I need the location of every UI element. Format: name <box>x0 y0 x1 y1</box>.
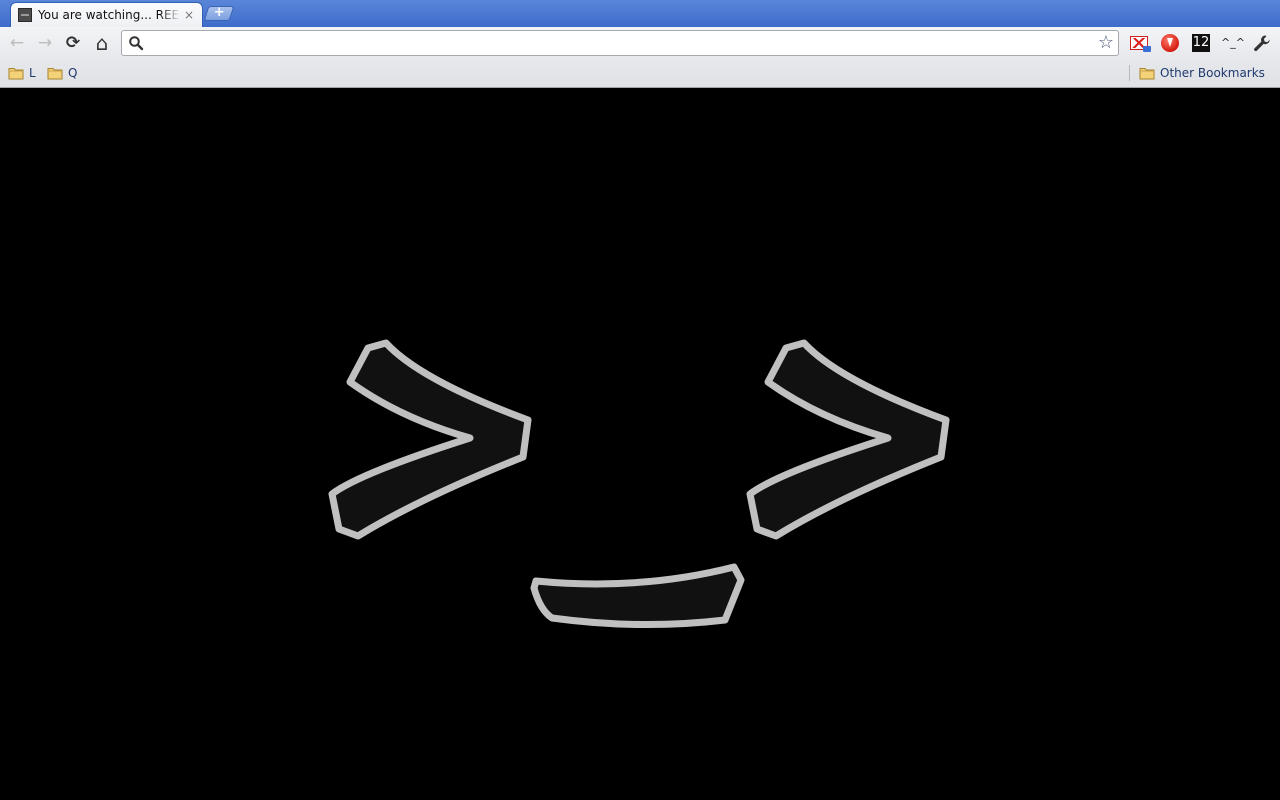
search-icon <box>129 36 144 51</box>
emoticon-graphic <box>328 339 950 629</box>
home-button[interactable]: ⌂ <box>91 32 113 54</box>
plus-icon: + <box>213 5 225 20</box>
wrench-icon[interactable] <box>1251 32 1273 54</box>
face-extension-icon[interactable]: ^_^ <box>1221 33 1245 53</box>
folder-icon <box>8 68 24 80</box>
tab-close-icon[interactable]: × <box>184 7 194 23</box>
bookmark-folder-l[interactable]: L <box>8 65 36 81</box>
tab-title: You are watching... REE <box>38 8 180 22</box>
bookmark-folder-q[interactable]: Q <box>47 65 77 81</box>
counter-extension-badge[interactable]: 12 <box>1192 34 1210 52</box>
address-input[interactable] <box>148 34 1092 54</box>
right-eye-shape <box>746 339 950 540</box>
tab-active[interactable]: You are watching... REE × <box>10 2 203 27</box>
left-eye-shape <box>328 339 532 540</box>
address-bar[interactable]: ☆ <box>121 30 1119 56</box>
toolbar: ← → ⟳ ⌂ ☆ 12 ^_^ <box>0 27 1280 59</box>
page-content <box>0 88 1280 800</box>
new-tab-button[interactable]: + <box>203 5 235 21</box>
tab-favicon-icon <box>18 8 32 22</box>
tab-strip: You are watching... REE × + <box>0 0 1280 27</box>
bookmark-label: L <box>29 66 36 80</box>
other-bookmarks-folder[interactable]: Other Bookmarks <box>1139 65 1265 81</box>
gmail-checker-icon[interactable] <box>1130 36 1151 52</box>
bookmarks-separator <box>1129 65 1130 81</box>
forward-button[interactable]: → <box>34 32 56 54</box>
bookmarks-bar: L Q Other Bookmarks <box>0 59 1280 88</box>
folder-icon <box>1139 68 1155 80</box>
reload-button[interactable]: ⟳ <box>62 32 84 54</box>
other-bookmarks-label: Other Bookmarks <box>1160 66 1265 80</box>
bookmark-star-icon[interactable]: ☆ <box>1098 32 1114 54</box>
red-circle-extension-icon[interactable] <box>1161 34 1179 52</box>
mouth-shape <box>530 563 745 629</box>
back-button[interactable]: ← <box>6 32 28 54</box>
bookmark-label: Q <box>68 66 78 80</box>
folder-icon <box>47 68 63 80</box>
browser-window: You are watching... REE × + ← → ⟳ ⌂ ☆ 12… <box>0 0 1280 800</box>
